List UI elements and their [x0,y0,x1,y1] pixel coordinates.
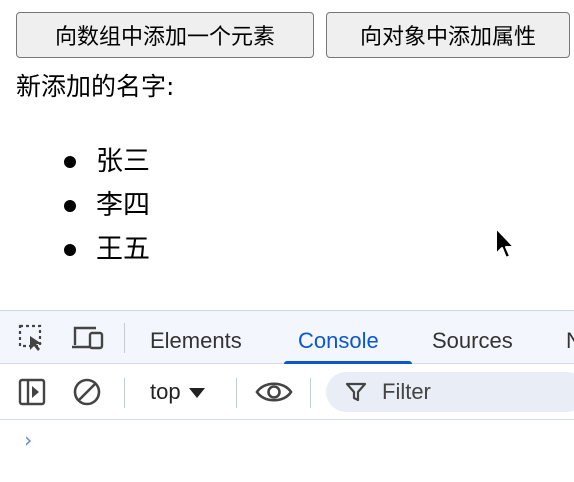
new-names-label: 新添加的名字: [16,72,175,101]
add-property-button[interactable]: 向对象中添加属性 [326,12,570,58]
name-text: 张三 [96,146,150,177]
live-expression-eye-icon[interactable] [254,376,294,408]
toolbar-divider [236,378,237,408]
devtools-panel: Elements Console Sources N top Filter › [0,310,574,482]
filter-placeholder: Filter [382,379,431,404]
bullet-icon [64,156,76,168]
inspect-element-icon[interactable] [16,323,48,353]
add-to-array-button[interactable]: 向数组中添加一个元素 [16,12,314,58]
devtools-tabbar: Elements Console Sources N [0,310,574,365]
context-selector[interactable]: top [150,364,205,420]
sidebar-toggle-icon[interactable] [16,376,48,408]
console-filter-input[interactable]: Filter [326,372,574,412]
list-item: 张三 [0,140,150,184]
list-item: 王五 [0,228,150,272]
name-text: 李四 [96,190,150,221]
page-content: 向数组中添加一个元素 向对象中添加属性 新添加的名字: 张三 李四 王五 [0,0,574,310]
tab-overflow-partial[interactable]: N [566,311,574,364]
clear-console-icon[interactable] [70,376,104,408]
tab-elements[interactable]: Elements [150,311,242,364]
tab-console[interactable]: Console [298,311,379,364]
name-text: 王五 [96,234,150,265]
device-toggle-icon[interactable] [70,323,106,353]
bullet-icon [64,244,76,256]
mouse-cursor-icon [495,227,515,259]
names-list: 张三 李四 王五 [0,140,150,272]
tab-sources[interactable]: Sources [432,311,513,364]
console-toolbar: top Filter [0,364,574,420]
console-prompt[interactable]: › [22,428,34,452]
toolbar-divider [124,323,125,353]
toolbar-divider [310,378,311,408]
context-selector-label: top [150,379,181,404]
toolbar-divider [124,378,125,408]
filter-icon [344,380,368,404]
dropdown-caret-icon [188,388,205,399]
list-item: 李四 [0,184,150,228]
bullet-icon [64,200,76,212]
